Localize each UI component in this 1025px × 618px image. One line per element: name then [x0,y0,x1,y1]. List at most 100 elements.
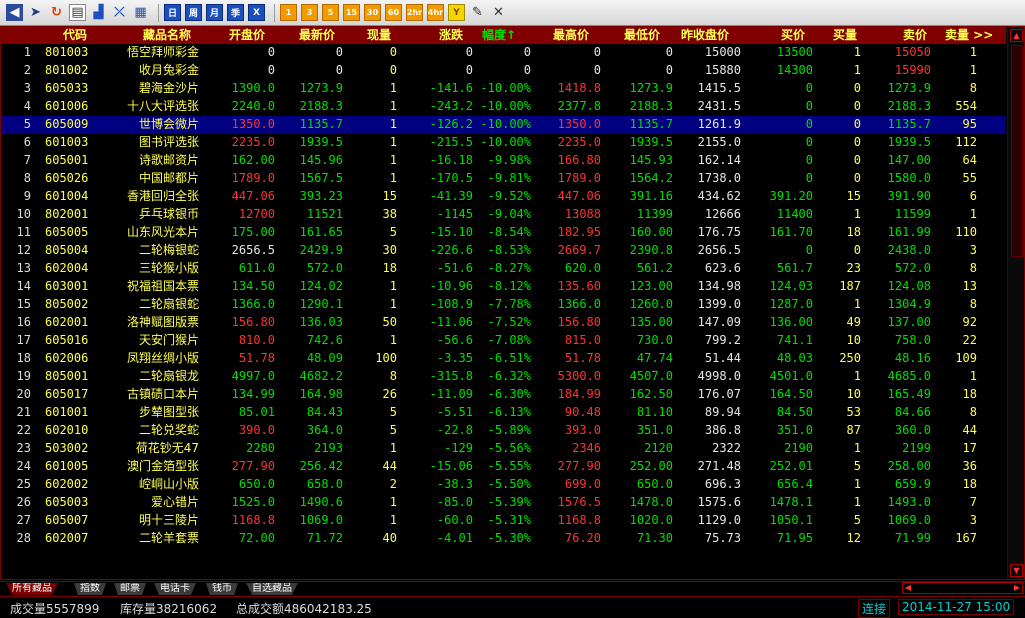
table-row[interactable]: 24 601005 澳门金箔型张 277.90 256.42 44 -15.06 -5.55%… [1,458,1006,476]
table-row[interactable]: 14 603001 祝福祖国本票 134.50 124.02 1 -10.96 -8.12% 1… [1,278,1006,296]
tab-stamps[interactable]: 邮票 [114,583,146,595]
table-row[interactable]: 16 602001 洛神赋图版票 156.80 136.03 50 -11.06 -7.52%… [1,314,1006,332]
table-row[interactable]: 8 605026 中国邮都片 1789.0 1567.5 1 -170.5 -9.81% 178… [1,170,1006,188]
table-row[interactable]: 20 605017 古镇碛口本片 134.99 164.98 26 -11.09 -6.30%… [1,386,1006,404]
week-period-button[interactable]: 周 [185,4,202,21]
table-row[interactable]: 11 605005 山东风光本片 175.00 161.65 5 -15.10 -8.54% 1… [1,224,1006,242]
cell-ask: 1135.7 [887,117,931,131]
refresh-icon[interactable]: ↻ [48,4,65,21]
header-last[interactable]: 最新价 [299,27,335,44]
cell-vol: 5 [389,225,397,239]
hr-4-button[interactable]: 4hr [427,4,444,21]
table-row[interactable]: 19 805001 二轮扇银龙 4997.0 4682.2 8 -315.8 -6.32% 53… [1,368,1006,386]
table-row[interactable]: 18 602006 凤翔丝绸小版 51.78 48.09 100 -3.35 -6.51% 51… [1,350,1006,368]
header-prev-close[interactable]: 昨收盘价 [681,27,729,44]
header-name[interactable]: 藏品名称 [143,27,191,44]
header-bid[interactable]: 买价 [781,27,805,44]
scroll-right-icon[interactable]: ▶ [1012,583,1022,593]
min-3-button[interactable]: 3 [301,4,318,21]
cell-bidq: 0 [853,117,861,131]
tab-favorites[interactable]: 自选藏品 [246,583,298,595]
table-row[interactable]: 15 805002 二轮扇银蛇 1366.0 1290.1 1 -108.9 -7.78% 13… [1,296,1006,314]
table-row[interactable]: 25 602002 崆峒山小版 650.0 658.0 2 -38.3 -5.50% 699.0… [1,476,1006,494]
header-bid-qty[interactable]: 买量 [833,27,857,44]
min-60-button[interactable]: 60 [385,4,402,21]
cell-open: 390.0 [238,423,275,437]
scroll-up-icon[interactable]: ▲ [1010,29,1023,42]
year-button[interactable]: Y [448,4,465,21]
pencil-icon[interactable]: ✎ [469,4,486,21]
cell-chg: -85.0 [436,495,473,509]
status-bar: 成交量5557899 库存量38216062 总成交额486042183.25 … [0,596,1025,618]
min-1-button[interactable]: 1 [280,4,297,21]
cell-askq: 1 [969,45,977,59]
back-arrow-icon[interactable]: ◀ [6,4,23,21]
cell-i: 16 [16,315,31,329]
month-period-button[interactable]: 月 [206,4,223,21]
table-row[interactable]: 10 802001 乒乓球银币 12700 11521 38 -1145 -9.04% 1308… [1,206,1006,224]
toolbar: ◀ ➤ ↻ ▤ ▟ ⤫ ▦ 日 周 月 季 X 1 3 5 15 30 60 2… [0,0,1025,26]
table-row[interactable]: 9 601004 香港回归全张 447.06 393.23 15 -41.39 -9.52% 4… [1,188,1006,206]
scrollbar-thumb[interactable] [1011,45,1023,257]
header-low[interactable]: 最低价 [624,27,660,44]
table-row[interactable]: 7 605001 诗歌邮资片 162.00 145.96 1 -16.18 -9.98% 166… [1,152,1006,170]
table-row[interactable]: 23 503002 荷花钞无47 2280 2193 1 -129 -5.56% 2346 212… [1,440,1006,458]
table-row[interactable]: 2 801002 收月兔彩金 0 0 0 0 0 0 0 15880 14300 1 15990 1 [1,62,1006,80]
cell-bidq: 1 [853,369,861,383]
table-row[interactable]: 3 605033 碧海金沙片 1390.0 1273.9 1 -141.6 -10.00% 14… [1,80,1006,98]
min-30-button[interactable]: 30 [364,4,381,21]
x-period-button[interactable]: X [248,4,265,21]
table-row[interactable]: 13 602004 三轮猴小版 611.0 572.0 18 -51.6 -8.27% 620.… [1,260,1006,278]
table-row[interactable]: 27 605007 明十三陵片 1168.8 1069.0 1 -60.0 -5.31% 116… [1,512,1006,530]
header-high[interactable]: 最高价 [553,27,589,44]
header-code[interactable]: 代码 [63,27,87,44]
table-row[interactable]: 12 805004 二轮梅银蛇 2656.5 2429.9 30 -226.6 -8.53% 2… [1,242,1006,260]
header-ask[interactable]: 卖价 [903,27,927,44]
cell-last: 2429.9 [299,243,343,257]
tab-phonecards[interactable]: 电话卡 [154,583,196,595]
table-row[interactable]: 5 605009 世博会微片 1350.0 1135.7 1 -126.2 -10.00% 13… [1,116,1006,134]
document-icon[interactable]: ▤ [69,4,86,21]
header-percent[interactable]: 幅度↑ [482,27,516,44]
table-row[interactable]: 1 801003 悟空拜师彩金 0 0 0 0 0 0 0 15000 13500 1 15050 1 [1,44,1006,62]
scroll-left-icon[interactable]: ◀ [903,583,913,593]
cell-bidq: 0 [853,81,861,95]
min-5-button[interactable]: 5 [322,4,339,21]
min-15-button[interactable]: 15 [343,4,360,21]
table-row[interactable]: 6 601003 图书评选张 2235.0 1939.5 1 -215.5 -10.00% 22… [1,134,1006,152]
table-row[interactable]: 4 601006 十八大评选张 2240.0 2188.3 1 -243.2 -10.00% 2… [1,98,1006,116]
cell-chg: -141.6 [429,81,473,95]
connection-status[interactable]: 连接 [858,599,891,618]
header-volume[interactable]: 现量 [367,27,391,44]
hr-2-button[interactable]: 2hr [406,4,423,21]
table-row[interactable]: 17 605016 天安门猴片 810.0 742.6 1 -56.6 -7.08% 815.0… [1,332,1006,350]
cell-code: 602001 [45,315,89,329]
crossed-chart-icon[interactable]: ⤫ [111,4,128,21]
day-period-button[interactable]: 日 [164,4,181,21]
table-row[interactable]: 26 605003 爱心错片 1525.0 1490.6 1 -85.0 -5.39% 1576… [1,494,1006,512]
quarter-period-button[interactable]: 季 [227,4,244,21]
cell-name: 洛神赋图版票 [126,315,199,329]
header-ask-qty[interactable]: 卖量 >> [945,27,993,44]
tab-all[interactable]: 所有藏品 [6,583,58,595]
cell-askq: 18 [962,387,977,401]
horizontal-scrollbar[interactable]: ◀ ▶ [902,582,1023,594]
table-row[interactable]: 22 602010 二轮兑奖蛇 390.0 364.0 5 -22.8 -5.89% 393.0… [1,422,1006,440]
chart-icon[interactable]: ▟ [90,4,107,21]
tab-coins[interactable]: 钱币 [206,583,238,595]
cell-name: 爱心错片 [150,495,199,509]
scroll-down-icon[interactable]: ▼ [1010,564,1023,577]
cell-high: 182.95 [557,225,601,239]
header-open[interactable]: 开盘价 [229,27,265,44]
header-change[interactable]: 涨跌 [439,27,463,44]
cell-vol: 1 [389,279,397,293]
table-row[interactable]: 28 602007 二轮羊套票 72.00 71.72 40 -4.01 -5.30% 76.2… [1,530,1006,548]
cell-high: 2235.0 [557,135,601,149]
vertical-scrollbar[interactable]: ▲ ▼ [1007,27,1024,579]
tab-index[interactable]: 指数 [74,583,106,595]
close-icon[interactable]: ✕ [490,4,507,21]
cursor-icon[interactable]: ➤ [27,4,44,21]
table-icon[interactable]: ▦ [132,4,149,21]
cell-high: 13088 [564,207,601,221]
table-row[interactable]: 21 601001 步辇图型张 85.01 84.43 5 -5.51 -6.13% 90.48… [1,404,1006,422]
